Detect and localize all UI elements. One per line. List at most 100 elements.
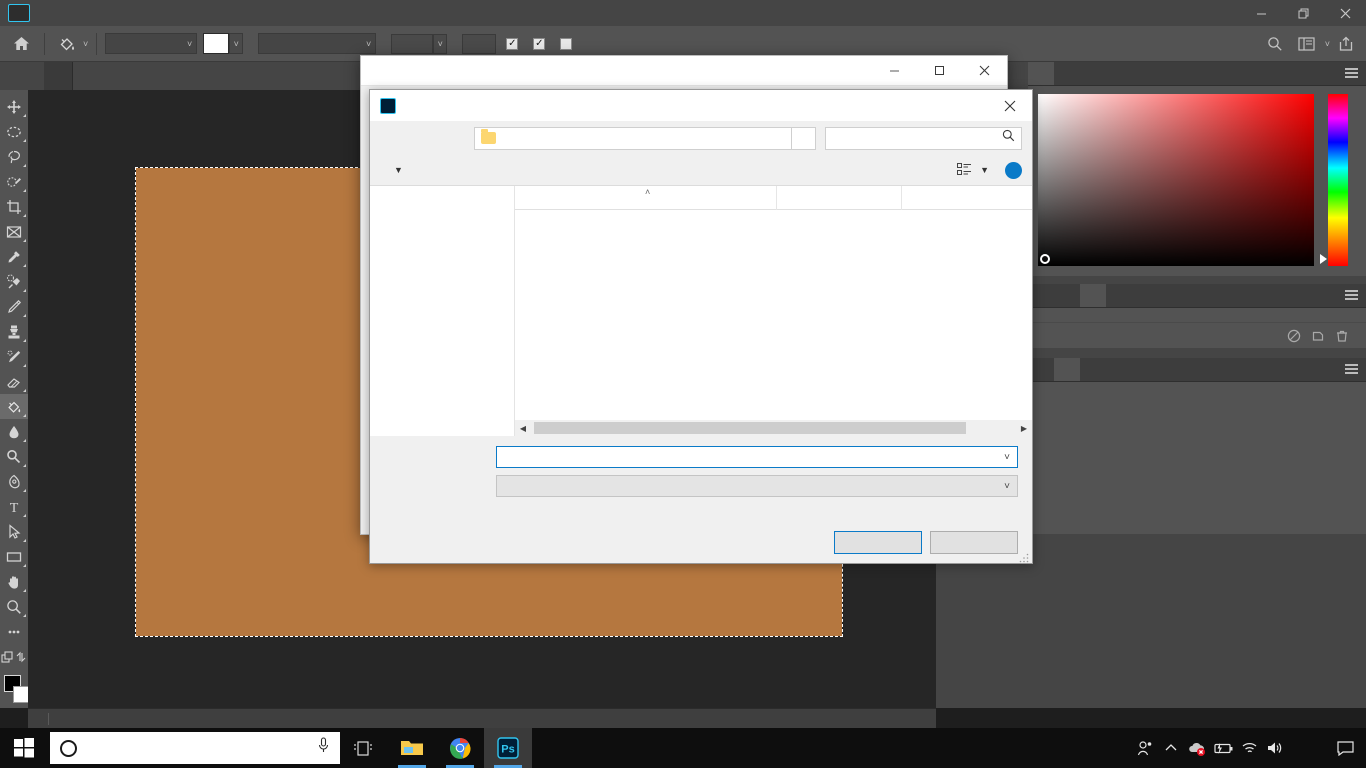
menu-select[interactable]	[154, 9, 176, 17]
tool-history-brush[interactable]	[0, 344, 28, 369]
tool-crop[interactable]	[0, 194, 28, 219]
tool-spot-healing-brush[interactable]	[0, 269, 28, 294]
tool-hand[interactable]	[0, 569, 28, 594]
scroll-thumb[interactable]	[534, 422, 966, 434]
tool-edit-toolbar[interactable]	[0, 644, 28, 669]
tool-frame[interactable]	[0, 219, 28, 244]
opacity-input[interactable]	[391, 33, 434, 54]
back-button[interactable]	[380, 126, 404, 150]
opacity-chevron-icon[interactable]: ˅	[433, 33, 448, 54]
photoshop-taskbar-button[interactable]: Ps	[484, 728, 532, 768]
onedrive-error-icon[interactable]	[1184, 728, 1210, 768]
preset-manager-titlebar[interactable]	[361, 56, 1007, 86]
restore-button[interactable]	[1282, 0, 1324, 26]
battery-icon[interactable]	[1210, 728, 1236, 768]
scroll-left-icon[interactable]: ◀	[515, 420, 531, 436]
tool-brush[interactable]	[0, 294, 28, 319]
tool-zoom[interactable]	[0, 594, 28, 619]
paths-panel-body[interactable]	[1028, 382, 1366, 534]
menu-filter[interactable]	[176, 9, 198, 17]
preset-maximize-button[interactable]	[917, 56, 962, 86]
wifi-icon[interactable]	[1236, 728, 1262, 768]
navigation-pane[interactable]	[370, 186, 515, 436]
organize-button[interactable]: ▼	[380, 162, 411, 178]
all-layers-checkbox[interactable]	[560, 37, 577, 50]
scroll-right-icon[interactable]: ▶	[1016, 420, 1032, 436]
styles-panel-menu-icon[interactable]	[1345, 290, 1358, 302]
menu-image[interactable]	[88, 9, 110, 17]
color-marker[interactable]	[1040, 254, 1050, 264]
blend-mode-dropdown[interactable]: ˅	[258, 33, 377, 54]
microphone-icon[interactable]	[317, 737, 330, 759]
panel-menu-icon[interactable]	[1345, 68, 1358, 80]
save-type-dropdown[interactable]: ˅	[496, 475, 1018, 497]
resize-grip[interactable]	[1019, 550, 1029, 563]
anti-alias-checkbox[interactable]: ✓	[506, 37, 523, 50]
color-swatches[interactable]	[0, 673, 30, 707]
close-button[interactable]	[1324, 0, 1366, 26]
paint-bucket-icon[interactable]	[53, 32, 81, 56]
tab-adjustments[interactable]	[1054, 284, 1080, 307]
tool-path-selection[interactable]	[0, 519, 28, 544]
new-style-icon[interactable]	[1306, 326, 1330, 346]
tool-more[interactable]	[0, 619, 28, 644]
document-tab[interactable]	[44, 62, 73, 90]
save-as-titlebar[interactable]	[370, 90, 1032, 121]
workspace-icon[interactable]	[1291, 32, 1323, 56]
new-folder-button[interactable]	[411, 167, 427, 173]
search-input[interactable]	[832, 131, 1002, 145]
taskbar-search[interactable]	[50, 732, 340, 764]
pattern-chevron-icon[interactable]: ˅	[229, 33, 244, 54]
tool-paint-bucket[interactable]	[0, 394, 28, 419]
share-icon[interactable]	[1330, 32, 1362, 56]
view-mode-button[interactable]: ▼	[953, 161, 993, 179]
cancel-button[interactable]	[930, 530, 1018, 554]
tab-styles[interactable]	[1080, 284, 1106, 307]
column-date-modified[interactable]	[777, 185, 902, 210]
tolerance-input[interactable]	[462, 33, 497, 54]
menu-view[interactable]	[220, 9, 242, 17]
menu-file[interactable]	[44, 9, 66, 17]
search-box[interactable]	[825, 126, 1022, 150]
show-hidden-icons-chevron-icon[interactable]	[1158, 728, 1184, 768]
color-picker[interactable]	[1028, 86, 1366, 276]
menu-type[interactable]	[132, 9, 154, 17]
menu-3d[interactable]	[198, 9, 220, 17]
chevron-down-icon-2[interactable]: ˅	[997, 481, 1017, 492]
address-bar[interactable]	[474, 126, 792, 150]
tool-move[interactable]	[0, 94, 28, 119]
tool-clone-stamp[interactable]	[0, 319, 28, 344]
menu-window[interactable]	[242, 9, 264, 17]
menu-layer[interactable]	[110, 9, 132, 17]
preset-manager-window[interactable]: ▼ ▼ ˄ ◀ ▶ ˅ ˅	[360, 55, 1033, 564]
file-explorer-button[interactable]	[388, 728, 436, 768]
tool-pen[interactable]	[0, 469, 28, 494]
tool-eyedropper[interactable]	[0, 244, 28, 269]
column-type[interactable]	[902, 186, 1002, 210]
file-list-pane[interactable]: ˄ ◀ ▶	[515, 185, 1032, 436]
horizontal-scrollbar[interactable]: ◀ ▶	[515, 420, 1032, 436]
tool-rectangle[interactable]	[0, 544, 28, 569]
refresh-button[interactable]	[792, 126, 816, 150]
pattern-swatch-picker[interactable]: ˅	[203, 33, 244, 54]
fill-source-dropdown[interactable]: ˅	[105, 33, 198, 54]
pattern-swatch[interactable]	[203, 33, 230, 54]
tool-gradient-blur[interactable]	[0, 419, 28, 444]
task-view-button[interactable]	[340, 728, 388, 768]
save-button[interactable]	[834, 530, 922, 554]
saturation-value-square[interactable]	[1038, 94, 1314, 266]
disable-icon[interactable]	[1282, 326, 1306, 346]
tool-eraser[interactable]	[0, 369, 28, 394]
people-icon[interactable]	[1132, 728, 1158, 768]
tool-dodge[interactable]	[0, 444, 28, 469]
paths-panel-menu-icon[interactable]	[1345, 364, 1358, 376]
minimize-button[interactable]	[1240, 0, 1282, 26]
view-mode-chevron-icon[interactable]: ▼	[980, 165, 989, 175]
contiguous-checkbox[interactable]: ✓	[533, 37, 550, 50]
save-as-close-button[interactable]	[987, 90, 1032, 121]
tool-quick-selection[interactable]	[0, 169, 28, 194]
tab-swatches[interactable]	[1028, 62, 1054, 85]
menu-help[interactable]	[264, 9, 286, 17]
search-icon[interactable]	[1002, 129, 1015, 147]
search-icon[interactable]	[1259, 32, 1291, 56]
